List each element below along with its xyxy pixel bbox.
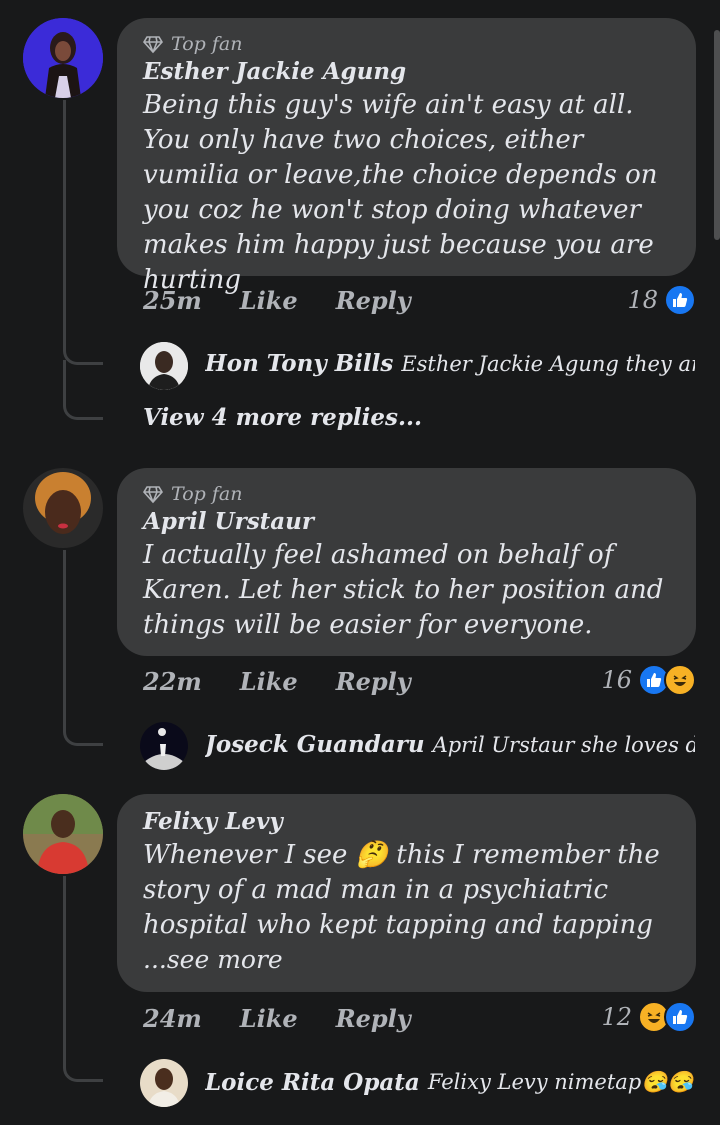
comment-text: Being this guy's wife ain't easy at all.… — [143, 90, 658, 295]
thread-line — [63, 550, 103, 746]
reply-avatar[interactable] — [140, 1059, 188, 1107]
thread-line — [63, 100, 103, 365]
like-button[interactable]: Like — [240, 667, 298, 696]
comment-text: I actually feel ashamed on behalf of Kar… — [143, 540, 664, 640]
badge-label: Top fan — [171, 33, 243, 55]
avatar[interactable] — [23, 794, 103, 874]
comment-actions: 25m Like Reply — [143, 286, 411, 315]
like-reaction-icon — [664, 1001, 696, 1033]
comment-author[interactable]: Esther Jackie Agung — [143, 56, 670, 88]
reply-button[interactable]: Reply — [336, 1004, 411, 1033]
reply-preview[interactable]: Joseck Guandaru April Urstaur she loves … — [205, 731, 695, 758]
reply-button[interactable]: Reply — [336, 667, 411, 696]
reply-author[interactable]: Hon Tony Bills — [205, 350, 393, 377]
reply-avatar[interactable] — [140, 722, 188, 770]
reply-author[interactable]: Loice Rita Opata — [205, 1069, 420, 1096]
top-fan-badge: Top fan — [143, 32, 670, 56]
comment-actions: 22m Like Reply — [143, 667, 411, 696]
reply-text: Esther Jackie Agung they are m... — [401, 351, 695, 376]
badge-label: Top fan — [171, 483, 243, 505]
haha-reaction-icon — [664, 664, 696, 696]
comment-author[interactable]: April Urstaur — [143, 506, 670, 538]
scrollbar[interactable] — [714, 30, 720, 240]
reply-text: April Urstaur she loves dram... — [432, 732, 695, 757]
like-button[interactable]: Like — [240, 1004, 298, 1033]
comment-text: Whenever I see 🤔 this I remember the sto… — [143, 838, 670, 943]
thread-line — [63, 360, 103, 420]
comment-text-part: Whenever I see — [143, 840, 356, 870]
comment-bubble: Top fan Esther Jackie Agung Being this g… — [117, 18, 696, 295]
like-reaction-icon — [664, 284, 696, 316]
reply-button[interactable]: Reply — [336, 286, 411, 315]
avatar[interactable] — [23, 18, 103, 98]
comment-actions: 24m Like Reply — [143, 1004, 411, 1033]
reply-preview[interactable]: Hon Tony Bills Esther Jackie Agung they … — [205, 350, 695, 377]
reaction-summary[interactable]: 16 — [601, 664, 696, 696]
diamond-icon — [143, 486, 163, 504]
see-more-link[interactable]: ...see more — [143, 943, 670, 977]
reply-avatar[interactable] — [140, 342, 188, 390]
comment-time[interactable]: 22m — [143, 667, 202, 696]
reply-author[interactable]: Joseck Guandaru — [205, 731, 425, 758]
top-fan-badge: Top fan — [143, 482, 670, 506]
thread-line — [63, 876, 103, 1082]
comment-author[interactable]: Felixy Levy — [143, 806, 670, 838]
reaction-count: 16 — [601, 666, 632, 694]
thinking-emoji: 🤔 — [355, 840, 389, 870]
reaction-count: 18 — [627, 286, 658, 314]
reaction-count: 12 — [601, 1003, 632, 1031]
comment-time[interactable]: 25m — [143, 286, 202, 315]
comment-bubble: Top fan April Urstaur I actually feel as… — [117, 468, 696, 656]
reaction-summary[interactable]: 12 — [601, 1001, 696, 1033]
avatar[interactable] — [23, 468, 103, 548]
reply-text: Felixy Levy nimetap😪😪😪... — [427, 1070, 695, 1094]
comment-time[interactable]: 24m — [143, 1004, 202, 1033]
reply-preview[interactable]: Loice Rita Opata Felixy Levy nimetap😪😪😪.… — [205, 1069, 695, 1096]
reaction-summary[interactable]: 18 — [627, 284, 696, 316]
diamond-icon — [143, 36, 163, 54]
comment-bubble: Felixy Levy Whenever I see 🤔 this I reme… — [117, 794, 696, 992]
like-button[interactable]: Like — [240, 286, 298, 315]
view-more-replies[interactable]: View 4 more replies... — [143, 404, 422, 431]
